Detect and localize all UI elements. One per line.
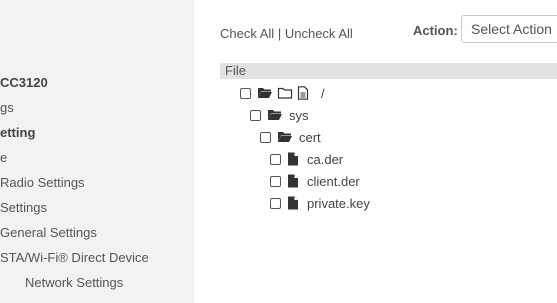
action-select[interactable]: Select Action [461,15,557,43]
check-links: Check All | Uncheck All [220,26,353,41]
sidebar-item-sta-direct-device[interactable]: STA/Wi-Fi® Direct Device [0,250,149,265]
tree-item-name[interactable]: client.der [307,174,360,189]
tree-row-file: client.der [270,171,360,191]
row-checkbox[interactable] [250,109,261,121]
tree-item-name[interactable]: ca.der [307,152,343,167]
row-checkbox[interactable] [270,153,281,165]
folder-open-icon[interactable] [267,108,283,122]
uncheck-all-link[interactable]: Uncheck All [285,26,353,41]
row-checkbox[interactable] [240,87,251,99]
file-column-header: File [220,63,557,79]
file-outline-icon[interactable] [297,86,309,100]
folder-open-icon[interactable] [257,86,273,100]
file-icon[interactable] [287,152,300,166]
sidebar-item-device[interactable]: CC3120 [0,75,48,90]
tree-row-file: ca.der [270,149,343,169]
sidebar-item-network-settings[interactable]: Network Settings [25,275,123,290]
sidebar-item-general-settings[interactable]: General Settings [0,225,97,240]
sidebar-item-settings[interactable]: gs [0,100,14,115]
file-header-label: File [225,63,246,78]
row-checkbox[interactable] [270,197,281,209]
tree-row-root: / [240,83,325,103]
sidebar-item-mode[interactable]: e [0,150,7,165]
row-checkbox[interactable] [270,175,281,187]
tree-row-folder: sys [250,105,309,125]
file-icon[interactable] [287,174,300,188]
tree-item-name[interactable]: cert [299,130,321,145]
sidebar-item-radio-settings[interactable]: Radio Settings [0,175,85,190]
check-all-link[interactable]: Check All [220,26,274,41]
tree-item-name[interactable]: / [321,86,325,101]
file-icon[interactable] [287,196,300,210]
link-separator: | [277,26,282,41]
folder-outline-icon[interactable] [277,86,293,100]
tree-item-name[interactable]: private.key [307,196,370,211]
tree-row-folder: cert [260,127,321,147]
folder-open-icon[interactable] [277,130,293,144]
tree-item-name[interactable]: sys [289,108,309,123]
tree-row-file: private.key [270,193,370,213]
action-label: Action: [413,23,458,38]
sidebar-item-settings-2[interactable]: Settings [0,200,47,215]
row-checkbox[interactable] [260,131,271,143]
sidebar-item-setting[interactable]: etting [0,125,35,140]
sidebar: CC3120 gs etting e Radio Settings Settin… [0,0,194,303]
